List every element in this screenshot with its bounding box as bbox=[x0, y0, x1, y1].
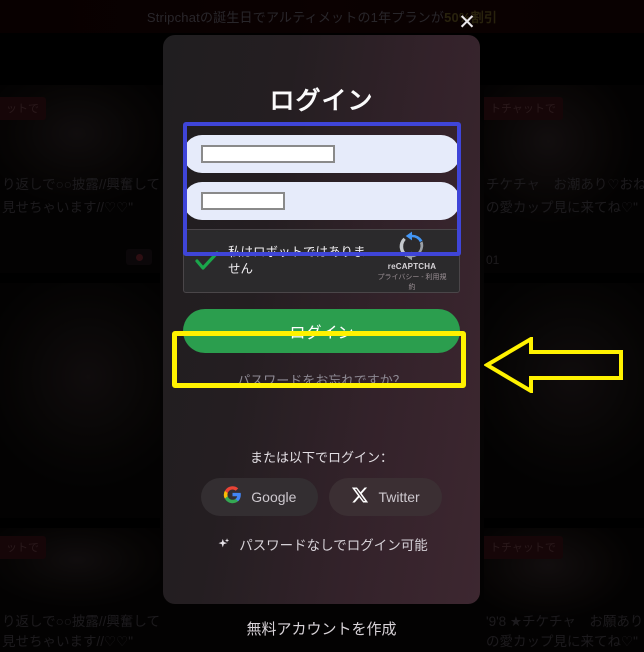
social-login-label: または以下でログイン： bbox=[249, 450, 393, 465]
screen: Stripchatの誕生日でアルティメットの1年プランが50%割引 ットで り返… bbox=[0, 0, 644, 652]
recaptcha-branding: reCAPTCHA プライバシー - 利用規約 bbox=[375, 231, 449, 292]
forgot-password-link[interactable]: パスワードをお忘れですか？ bbox=[163, 370, 480, 389]
login-submit-button[interactable]: ログイン bbox=[183, 309, 460, 353]
close-icon[interactable]: ✕ bbox=[455, 10, 479, 34]
x-twitter-icon bbox=[351, 486, 369, 509]
recaptcha-legal-links[interactable]: プライバシー - 利用規約 bbox=[375, 272, 449, 292]
social-login-buttons: Google Twitter bbox=[163, 478, 480, 516]
sparkle-icon bbox=[215, 536, 232, 553]
passwordless-login-label: パスワードなしでログイン可能 bbox=[239, 538, 428, 553]
password-field[interactable] bbox=[183, 182, 460, 220]
login-submit-wrap: ログイン bbox=[183, 309, 460, 353]
recaptcha-logo-icon bbox=[397, 231, 427, 261]
login-input-fields bbox=[183, 135, 460, 220]
password-value-masked bbox=[201, 192, 285, 210]
recaptcha-checkbox[interactable] bbox=[194, 248, 220, 274]
recaptcha-label: 私はロボットではありません bbox=[228, 245, 366, 276]
twitter-login-label: Twitter bbox=[378, 489, 420, 505]
google-icon bbox=[223, 485, 242, 509]
recaptcha-widget[interactable]: 私はロボットではありません reCAPTCHA プライバシー - 利用規約 bbox=[183, 229, 460, 293]
page-title: ログイン bbox=[269, 87, 374, 115]
twitter-login-button[interactable]: Twitter bbox=[329, 478, 442, 516]
google-login-button[interactable]: Google bbox=[201, 478, 319, 516]
username-field[interactable] bbox=[183, 135, 460, 173]
google-login-label: Google bbox=[251, 489, 297, 505]
recaptcha-brand-name: reCAPTCHA bbox=[387, 261, 437, 271]
login-modal: ログイン 私はロボットではありません reCAPTCHA プライバシー - 利用… bbox=[163, 35, 480, 604]
passwordless-login-link[interactable]: パスワードなしでログイン可能 bbox=[163, 534, 480, 554]
create-free-account-link[interactable]: 無料アカウントを作成 bbox=[163, 604, 480, 652]
username-value-masked bbox=[201, 145, 335, 163]
